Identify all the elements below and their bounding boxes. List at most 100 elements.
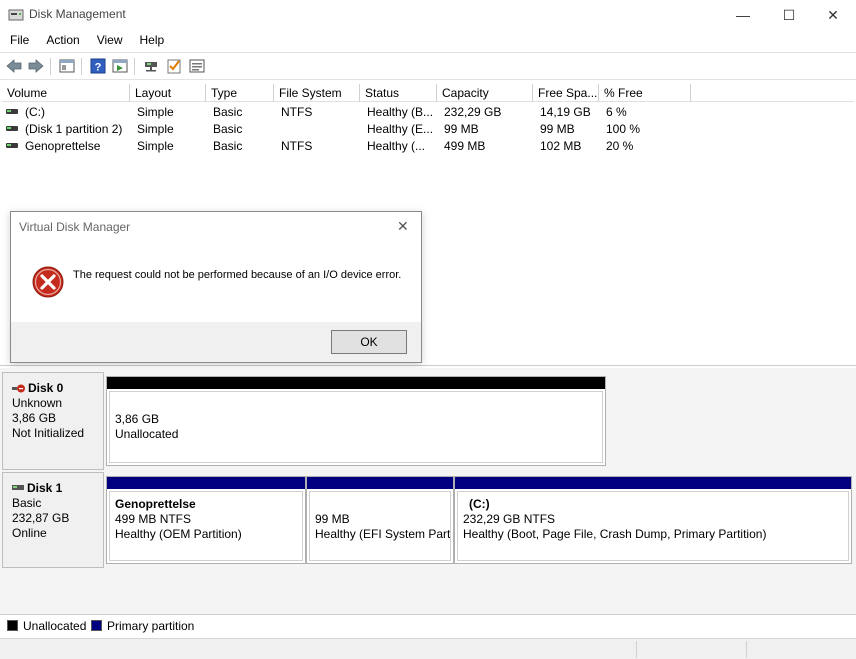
connect-disk-icon [145,62,157,72]
column-header-status[interactable]: Status [360,84,437,102]
back-arrow-icon [6,59,22,73]
partition-genoprettelse[interactable]: Genoprettelse 499 MB NTFS Healthy (OEM P… [106,476,306,564]
refresh-icon [112,59,128,73]
volume-name: Genoprettelse [25,139,101,153]
column-header-capacity[interactable]: Capacity [437,84,533,102]
toolbar-separator [81,58,82,75]
disk-size: 232,87 GB [12,511,70,525]
maximize-icon: ☐ [782,6,796,23]
volume-layout: Simple [137,139,174,153]
disk-type: Unknown [12,396,63,410]
list-view-icon [189,59,205,73]
disk-graphical-pane: Disk 0 Unknown 3,86 GB Not Initialized 3… [0,368,856,614]
menu-action[interactable]: Action [36,30,86,51]
partition-bar [455,477,851,489]
menu-file[interactable]: File [0,30,36,51]
legend-label-primary-partition: Primary partition [107,619,195,633]
disk-1-label[interactable]: Disk 1 Basic 232,87 GB Online [2,472,104,568]
partition-c-drive[interactable]: (C:) 232,29 GB NTFS Healthy (Boot, Page … [454,476,852,564]
show-hide-console-tree-button[interactable] [58,58,76,74]
volume-file-system: NTFS [281,139,313,153]
toolbar-separator [50,58,51,75]
error-icon [32,266,64,298]
toolbar-separator [134,58,135,75]
list-view-button[interactable] [188,58,206,74]
volume-capacity: 499 MB [444,139,486,153]
partition-body: (C:) 232,29 GB NTFS Healthy (Boot, Page … [457,491,849,561]
volume-file-system: NTFS [281,105,313,119]
partition-size: 99 MB [315,512,350,526]
close-icon: ✕ [827,6,839,23]
partition-bar [107,377,605,389]
disk-uninitialized-icon [12,384,25,393]
forward-button[interactable] [27,58,45,74]
table-row[interactable]: (C:) Simple Basic NTFS Healthy (B... 232… [2,103,702,120]
check-properties-icon [167,59,181,74]
ok-button[interactable]: OK [331,330,407,354]
partition-efi[interactable]: 99 MB Healthy (EFI System Partition) [306,476,454,564]
partition-body: Genoprettelse 499 MB NTFS Healthy (OEM P… [109,491,303,561]
partition-size: 3,86 GB [115,412,160,426]
volume-icon [6,126,18,131]
legend: Unallocated Primary partition [0,614,856,636]
partition-description: Healthy (Boot, Page File, Crash Dump, Pr… [463,527,767,541]
volume-layout: Simple [137,122,174,136]
menu-bar: File Action View Help [0,30,856,51]
column-header-percent-free[interactable]: % Free [599,84,691,102]
volume-table-header: Volume Layout Type File System Status Ca… [2,84,854,102]
volume-type: Basic [213,105,243,119]
legend-label-unallocated: Unallocated [23,619,87,633]
disk-0-label[interactable]: Disk 0 Unknown 3,86 GB Not Initialized [2,372,104,470]
refresh-button[interactable] [111,58,129,74]
column-header-volume[interactable]: Volume [2,84,130,102]
window-title: Disk Management [29,7,126,21]
help-icon: ? [90,58,106,74]
volume-percent-free: 100 % [606,122,641,136]
volume-capacity: 99 MB [444,122,479,136]
error-dialog: Virtual Disk Manager ✕ The request could… [10,211,422,363]
partition-body: 99 MB Healthy (EFI System Partition) [309,491,451,561]
menu-help[interactable]: Help [130,30,172,51]
back-button[interactable] [5,58,23,74]
column-header-file-system[interactable]: File System [274,84,360,102]
disk-name: Disk 0 [28,381,64,395]
partition-body: 3,86 GB Unallocated [109,391,603,463]
legend-swatch-unallocated [7,620,18,631]
partition-description: Unallocated [115,427,179,441]
partition-name: Genoprettelse [115,497,196,511]
dialog-message: The request could not be performed becau… [73,269,402,281]
title-bar: Disk Management — ☐ ✕ [0,0,856,30]
volume-icon [6,109,18,114]
menu-view[interactable]: View [87,30,130,51]
volume-percent-free: 20 % [606,139,634,153]
disk-type: Basic [12,496,42,510]
volume-capacity: 232,29 GB [444,105,502,119]
minimize-button[interactable]: — [720,0,766,30]
status-divider [636,641,637,658]
disk-name: Disk 1 [27,481,63,495]
toolbar: ? [0,52,856,80]
close-button[interactable]: ✕ [810,0,856,30]
dialog-close-button[interactable]: ✕ [397,218,409,235]
minimize-icon: — [736,7,750,23]
maximize-button[interactable]: ☐ [766,0,812,30]
column-header-free-space[interactable]: Free Spa... [533,84,599,102]
volume-free-space: 14,19 GB [540,105,591,119]
connect-disk-button[interactable] [142,58,160,74]
volume-type: Basic [213,139,243,153]
column-header-layout[interactable]: Layout [130,84,206,102]
help-button[interactable]: ? [89,58,107,74]
volume-percent-free: 6 % [606,105,627,119]
partition-bar [107,477,305,489]
table-row[interactable]: (Disk 1 partition 2) Simple Basic Health… [2,120,702,137]
volume-free-space: 99 MB [540,122,575,136]
close-icon: ✕ [397,218,409,234]
disk-state: Not Initialized [12,426,85,440]
partition-unallocated[interactable]: 3,86 GB Unallocated [106,376,606,466]
volume-type: Basic [213,122,243,136]
dialog-title: Virtual Disk Manager [19,220,131,234]
column-header-type[interactable]: Type [206,84,274,102]
volume-icon [6,143,18,148]
table-row[interactable]: Genoprettelse Simple Basic NTFS Healthy … [2,137,702,154]
check-properties-button[interactable] [165,58,183,74]
